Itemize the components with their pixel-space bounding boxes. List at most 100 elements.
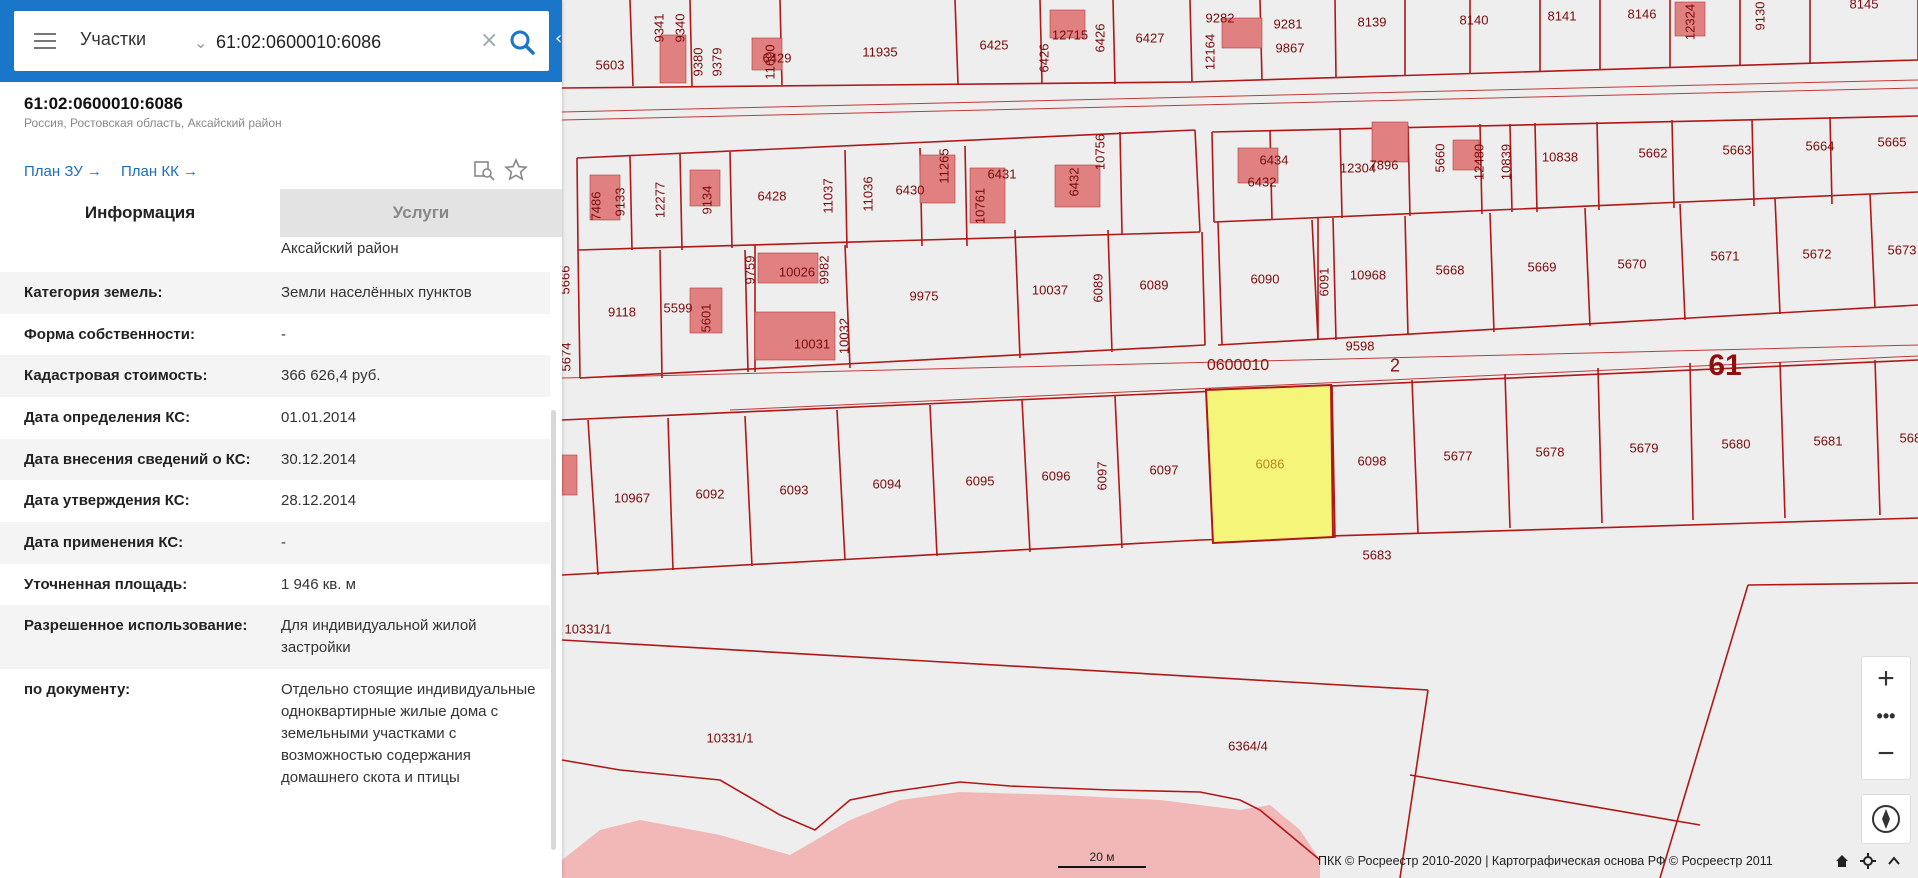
parcel-label: 9598 xyxy=(1345,338,1375,354)
tab-info[interactable]: Информация xyxy=(0,189,280,237)
search-icon[interactable] xyxy=(507,27,537,57)
zoom-out-button[interactable]: − xyxy=(1862,735,1910,773)
info-row: Форма собственности: - xyxy=(0,314,550,355)
parcel-label: 12480 xyxy=(1471,143,1487,181)
clear-icon[interactable]: × xyxy=(480,28,498,53)
parcel-label: 5682 xyxy=(1899,430,1918,446)
parcel-label: 9282 xyxy=(1205,10,1235,26)
parcel-label: 9133 xyxy=(612,187,628,217)
info-row: Кадастровая стоимость: 366 626,4 руб. xyxy=(0,355,550,397)
parcel-label: 6425 xyxy=(979,37,1009,53)
menu-icon[interactable] xyxy=(34,33,56,49)
info-table: Аксайский район Категория земель: Земли … xyxy=(0,237,550,878)
parcel-label: 10838 xyxy=(1541,149,1579,165)
zone-area xyxy=(562,792,1320,878)
scrollbar[interactable] xyxy=(551,410,556,850)
parcel-label: 10331/1 xyxy=(706,730,754,746)
info-row: Дата применения КС: - xyxy=(0,522,550,564)
info-value: Для индивидуальной жилой застройки xyxy=(281,617,477,656)
parcel-label: 6434 xyxy=(1259,152,1289,168)
parcel-label: 5670 xyxy=(1617,256,1647,272)
tab-bar: Информация Услуги xyxy=(0,189,562,237)
parcel-label: 9341 xyxy=(651,13,667,43)
parcel-label: 5666 xyxy=(562,265,573,295)
info-row: Дата утверждения КС: 28.12.2014 xyxy=(0,480,550,522)
search-input[interactable] xyxy=(214,26,478,58)
parcel-label: 6426 xyxy=(1092,23,1108,53)
zoom-control: + ••• − xyxy=(1861,656,1911,780)
parcel-label: 11935 xyxy=(862,44,898,60)
info-key: Кадастровая стоимость: xyxy=(24,367,208,384)
parcel-label: 6096 xyxy=(1041,468,1071,484)
parcel-label: 5673 xyxy=(1887,242,1917,258)
info-value: 30.12.2014 xyxy=(281,451,357,468)
locate-icon[interactable] xyxy=(1860,853,1876,869)
parcel-label: 10331/1 xyxy=(564,621,612,637)
parcel-label: 10037 xyxy=(1031,282,1069,298)
info-row: Уточненная площадь: 1 946 кв. м xyxy=(0,564,550,605)
parcel-label: 5660 xyxy=(1432,143,1448,173)
parcel-label: 6090 xyxy=(1250,271,1280,287)
info-row: Разрешенное использование: Для индивидуа… xyxy=(0,605,550,669)
collapse-panel-icon[interactable]: ‹ xyxy=(555,28,562,49)
parcel-label: 5678 xyxy=(1535,444,1565,460)
parcel-label: 5671 xyxy=(1710,248,1740,264)
parcel-label: 12715 xyxy=(1051,27,1089,43)
parcel-label: 5665 xyxy=(1877,134,1907,150)
side-panel: Участки ⌄ × ‹ 61:02:0600010:6086 Россия,… xyxy=(0,0,562,878)
info-key: Форма собственности: xyxy=(24,326,195,343)
parcel-label: 10026 xyxy=(778,264,816,280)
scale-line xyxy=(1058,866,1146,868)
scale-label: 20 м xyxy=(1089,850,1115,864)
search-type-select[interactable]: Участки xyxy=(80,29,146,50)
parcel-label: 10967 xyxy=(613,490,651,506)
block-number-label: 0600010 xyxy=(1206,357,1270,374)
parcel-label: 5681 xyxy=(1813,433,1843,449)
parcel-label: 5674 xyxy=(562,342,574,372)
more-options-button[interactable]: ••• xyxy=(1862,701,1910,731)
parcel-label: 9281 xyxy=(1273,16,1303,32)
home-icon[interactable] xyxy=(1834,853,1850,869)
compass-button[interactable] xyxy=(1861,794,1911,844)
info-row: по документу: Отдельно стоящие индивидуа… xyxy=(0,669,550,829)
parcel-label: 9130 xyxy=(1752,1,1768,31)
parcel-label: 5680 xyxy=(1721,436,1751,452)
plan-kk-link[interactable]: План КК → xyxy=(121,163,198,180)
parcel-label: 6432 xyxy=(1247,174,1277,190)
search-box: Участки ⌄ × xyxy=(14,11,549,71)
parcel-label: 9118 xyxy=(608,304,636,320)
chevron-up-icon[interactable] xyxy=(1886,853,1902,869)
star-icon[interactable] xyxy=(504,158,528,182)
chevron-down-icon[interactable]: ⌄ xyxy=(194,33,207,52)
info-value: 28.12.2014 xyxy=(281,492,357,509)
parcel-label: 5663 xyxy=(1722,142,1752,158)
parcel-label: 9380 xyxy=(690,47,706,77)
zoom-in-button[interactable]: + xyxy=(1862,661,1910,697)
object-address: Россия, Ростовская область, Аксайский ра… xyxy=(24,116,282,130)
parcel-label: 6095 xyxy=(965,473,995,489)
selected-parcel-label[interactable]: 6086 xyxy=(1256,458,1285,471)
parcel-label: 10761 xyxy=(972,187,988,225)
info-value: Земли населённых пунктов xyxy=(281,284,472,301)
plan-zu-link[interactable]: План ЗУ → xyxy=(24,163,102,180)
info-key: Дата определения КС: xyxy=(24,409,191,426)
info-value: Аксайский район xyxy=(281,240,399,257)
buildings xyxy=(562,1,1706,496)
parcel-label: 10756 xyxy=(1092,133,1108,171)
region-number-label: 61 xyxy=(1708,349,1742,382)
parcel-label: 5668 xyxy=(1435,262,1465,278)
parcel-label: 6092 xyxy=(695,486,725,502)
parcel-label: 9867 xyxy=(1275,40,1305,56)
parcel-label: 5683 xyxy=(1362,547,1392,563)
tab-services[interactable]: Услуги xyxy=(280,189,562,237)
info-value: - xyxy=(281,326,286,343)
parcel-label: 6431 xyxy=(987,166,1017,182)
info-key: Дата внесения сведений о КС: xyxy=(24,451,251,468)
info-row: Аксайский район xyxy=(0,237,550,261)
info-key: Уточненная площадь: xyxy=(24,576,188,593)
parcel-label: 8145 xyxy=(1849,0,1879,12)
search-on-map-icon[interactable] xyxy=(472,158,496,182)
cadastral-map[interactable]: 5603 9341 9340 6429 9379 9380 11690 1193… xyxy=(562,0,1918,878)
info-key: Разрешенное использование: xyxy=(24,617,248,634)
parcel-label: 5664 xyxy=(1805,138,1835,154)
